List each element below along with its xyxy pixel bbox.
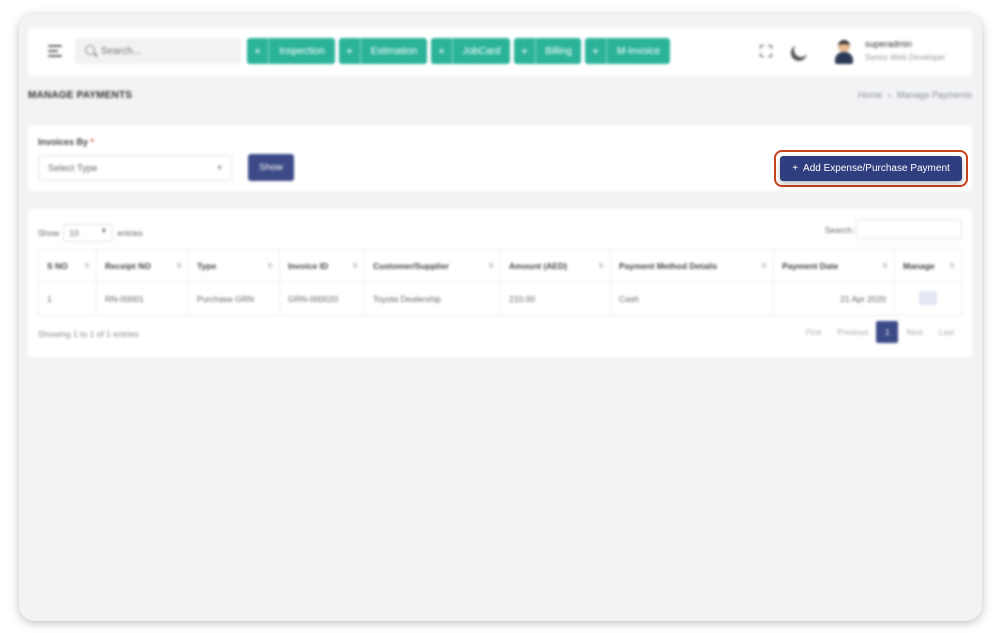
- user-menu[interactable]: superadmin Senior Web Developer: [825, 28, 965, 76]
- fullscreen-icon[interactable]: [760, 45, 772, 57]
- plus-icon: +: [339, 38, 361, 64]
- column-header[interactable]: Payment Date ⇅: [773, 249, 895, 282]
- global-search[interactable]: [75, 38, 241, 64]
- blurred-background: + Inspection + Estimation + JobCard + Bi…: [19, 14, 982, 621]
- pagination-first[interactable]: First: [798, 324, 830, 341]
- page-title: MANAGE PAYMENTS: [28, 90, 133, 101]
- sort-icon: ⇅: [267, 263, 273, 270]
- sort-icon: ⇅: [598, 263, 604, 270]
- column-header[interactable]: Invoice ID ⇅: [279, 249, 365, 282]
- breadcrumb: Home › Manage Payments: [858, 90, 972, 100]
- chevron-right-icon: ›: [887, 90, 891, 100]
- table-search-label: Search:: [824, 225, 854, 235]
- plus-icon: +: [247, 38, 269, 64]
- add-expense-purchase-payment-button[interactable]: + Add Expense/Purchase Payment: [780, 156, 962, 181]
- column-header[interactable]: Type ⇅: [188, 249, 280, 282]
- quick-add-m-invoice-button[interactable]: + M-Invoice: [585, 38, 670, 64]
- chevron-down-icon: ▼: [216, 165, 223, 172]
- column-header[interactable]: Payment Method Details ⇅: [610, 249, 774, 282]
- invoice-type-select[interactable]: Select Type ▼: [38, 155, 232, 181]
- table-cell: 1: [38, 281, 97, 316]
- dark-mode-icon[interactable]: [792, 41, 810, 59]
- manage-action-button[interactable]: [919, 290, 937, 305]
- column-header[interactable]: Amount (AED) ⇅: [500, 249, 611, 282]
- pagination-page[interactable]: 1: [876, 321, 899, 343]
- payments-table: S NO ⇅ Receipt NO ⇅ Type ⇅ Invoice ID ⇅ Cust…: [38, 249, 962, 316]
- table-cell: Toyota Dealership: [364, 281, 501, 316]
- pagination: First Previous 1 Next Last: [798, 321, 962, 343]
- sort-icon: ⇅: [84, 263, 90, 270]
- column-header[interactable]: S NO ⇅: [38, 249, 97, 282]
- table-cell: [894, 281, 962, 316]
- breadcrumb-home-link[interactable]: Home: [858, 90, 882, 100]
- global-search-input[interactable]: [101, 42, 231, 60]
- plus-icon: +: [792, 163, 799, 174]
- table-cell: GRN-000020: [279, 281, 365, 316]
- table-cell: 21 Apr 2020: [773, 281, 895, 316]
- top-navbar: + Inspection + Estimation + JobCard + Bi…: [28, 28, 972, 76]
- table-info: Showing 1 to 1 of 1 entries: [38, 329, 139, 339]
- user-name: superadmin: [865, 39, 913, 49]
- app-window: + Inspection + Estimation + JobCard + Bi…: [19, 14, 982, 621]
- column-header[interactable]: Manage ⇅: [894, 249, 962, 282]
- plus-icon: +: [514, 38, 536, 64]
- pagination-last[interactable]: Last: [931, 324, 962, 341]
- breadcrumb-current: Manage Payments: [896, 90, 972, 100]
- quick-add-billing-button[interactable]: + Billing: [514, 38, 581, 64]
- quick-add-jobcard-button[interactable]: + JobCard: [431, 38, 510, 64]
- sort-icon: ⇅: [352, 263, 358, 270]
- entries-length-control: Show 10 ▼ entries: [38, 224, 143, 242]
- sort-icon: ⇅: [761, 263, 767, 270]
- pagination-next[interactable]: Next: [898, 324, 930, 341]
- entries-length-select[interactable]: 10 ▼: [63, 224, 114, 242]
- plus-icon: +: [431, 38, 453, 64]
- sort-icon: ⇅: [949, 263, 955, 270]
- highlight-outline: + Add Expense/Purchase Payment: [774, 150, 968, 187]
- invoices-by-label: Invoices By *: [38, 137, 95, 147]
- search-icon: [85, 45, 95, 55]
- payments-table-card: Show 10 ▼ entries Search: S NO ⇅ Receipt N…: [28, 209, 972, 357]
- table-header-row: S NO ⇅ Receipt NO ⇅ Type ⇅ Invoice ID ⇅ Cust…: [38, 249, 962, 282]
- user-role: Senior Web Developer: [865, 53, 946, 62]
- avatar: [833, 38, 855, 64]
- column-header[interactable]: Receipt NO ⇅: [96, 249, 189, 282]
- table-cell: Cash: [610, 281, 774, 316]
- quick-add-estimation-button[interactable]: + Estimation: [339, 38, 427, 64]
- hamburger-menu-icon[interactable]: [48, 45, 62, 57]
- table-cell: 210.00: [500, 281, 611, 316]
- sort-icon: ⇅: [176, 263, 182, 270]
- table-cell: Purchase GRN: [188, 281, 280, 316]
- add-button-label: Add Expense/Purchase Payment: [803, 163, 950, 174]
- sort-icon: ⇅: [882, 263, 888, 270]
- quick-add-inspection-button[interactable]: + Inspection: [247, 38, 335, 64]
- plus-icon: +: [585, 38, 607, 64]
- pagination-previous[interactable]: Previous: [829, 324, 876, 341]
- table-row: 1 RN-00001 Purchase GRN GRN-000020 Toyot…: [38, 281, 962, 316]
- show-button[interactable]: Show: [248, 154, 294, 181]
- table-cell: RN-00001: [96, 281, 189, 316]
- column-header[interactable]: Customer/Supplier ⇅: [364, 249, 501, 282]
- sort-icon: ⇅: [488, 263, 494, 270]
- table-search-input[interactable]: [856, 219, 962, 239]
- chevron-down-icon: ▼: [100, 228, 108, 235]
